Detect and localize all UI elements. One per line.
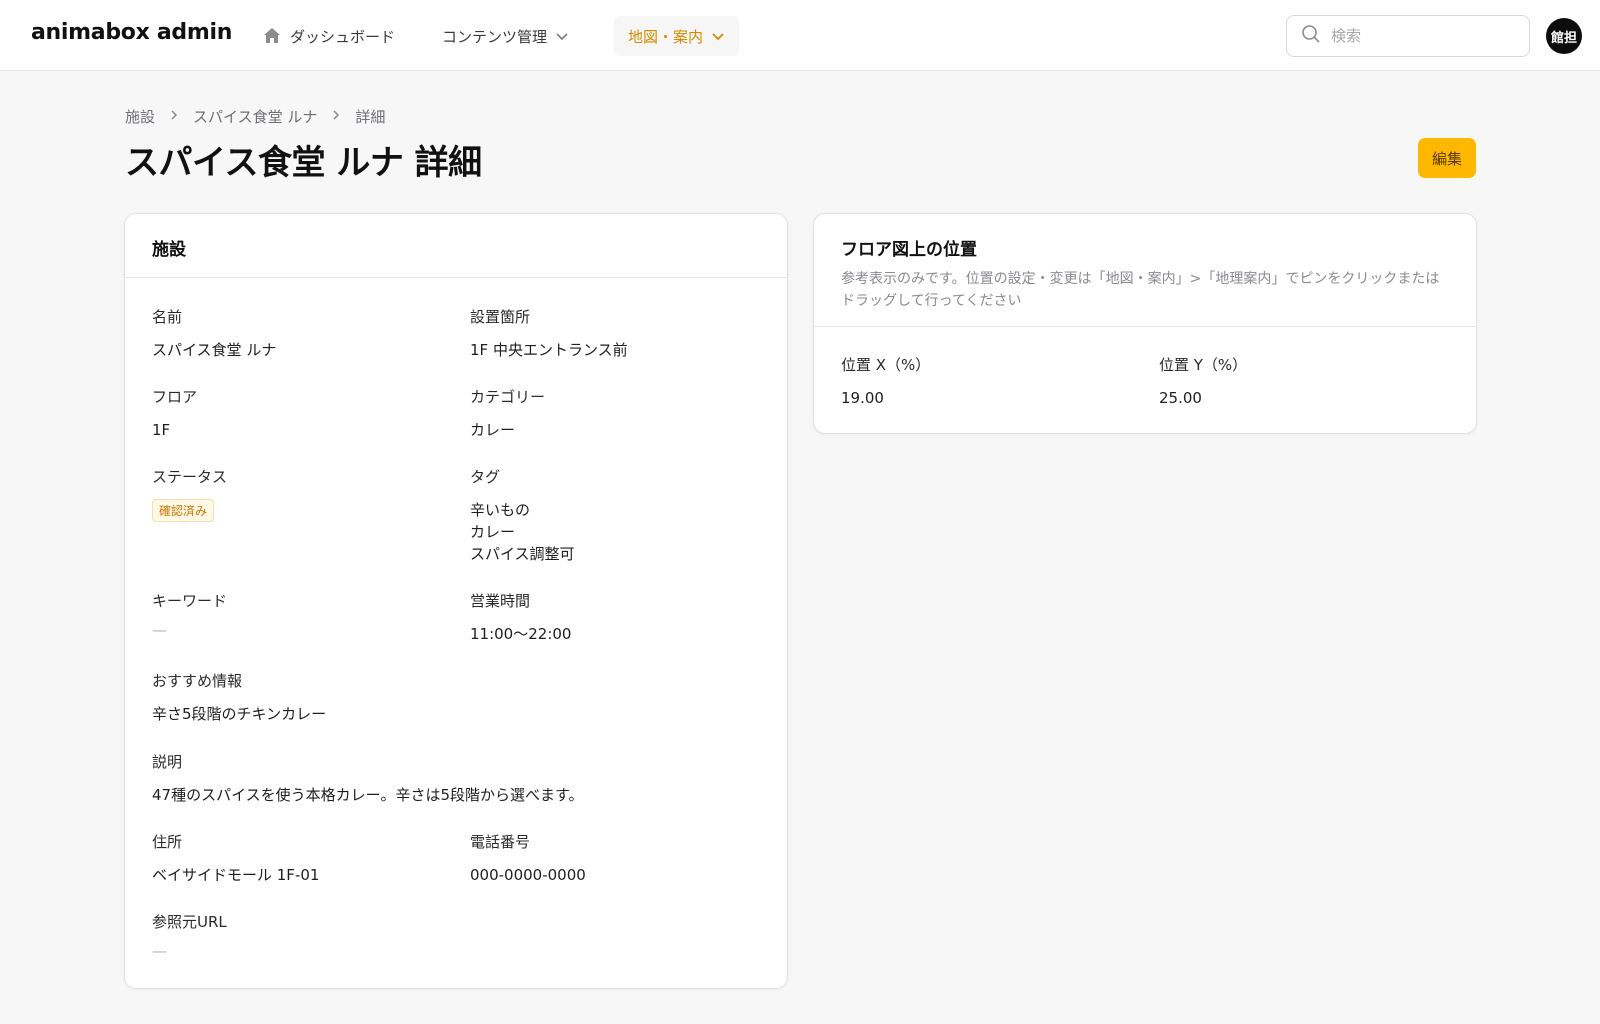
field-label: 説明 (152, 753, 183, 771)
field-value: 辛さ5段階のチキンカレー (152, 705, 327, 723)
field-status: ステータス 確認済み (152, 466, 227, 522)
search-input[interactable] (1331, 27, 1511, 45)
chevron-right-icon (169, 109, 179, 125)
tag-item: 辛いもの (470, 501, 531, 519)
field-label: タグ (470, 468, 501, 486)
field-position-x: 位置 X（%） 19.00 (841, 354, 930, 409)
breadcrumb-item-store[interactable]: スパイス食堂 ルナ (193, 106, 317, 127)
facility-card-header: 施設 (125, 214, 787, 278)
nav-dashboard-label: ダッシュボード (290, 27, 396, 46)
field-location: 設置箇所 1F 中央エントランス前 (470, 306, 628, 361)
field-label: ステータス (152, 468, 228, 486)
tag-list: 辛いもの カレー スパイス調整可 (470, 499, 575, 565)
field-value: 47種のスパイスを使う本格カレー。辛さは5段階から選べます。 (152, 786, 584, 804)
facility-card-title: 施設 (152, 240, 186, 260)
field-value: 1F 中央エントランス前 (470, 341, 628, 359)
field-label: おすすめ情報 (152, 672, 243, 690)
tag-item: カレー (470, 523, 516, 541)
field-label: 参照元URL (152, 913, 227, 931)
breadcrumb-item-detail: 詳細 (355, 108, 386, 126)
field-label: 位置 X（%） (841, 356, 931, 374)
field-tags: タグ 辛いもの カレー スパイス調整可 (470, 466, 575, 565)
field-value: 11:00〜22:00 (470, 625, 572, 643)
field-source-url: 参照元URL — (152, 911, 227, 960)
search-box[interactable] (1286, 15, 1530, 57)
nav-map-guide[interactable]: 地図・案内 (614, 16, 740, 56)
field-value: スパイス食堂 ルナ (152, 341, 277, 359)
field-value: カレー (470, 421, 516, 439)
field-address: 住所 ベイサイドモール 1F-01 (152, 831, 319, 886)
field-label: キーワード (152, 592, 228, 610)
avatar[interactable]: 館担 (1546, 18, 1582, 54)
field-label: カテゴリー (470, 388, 546, 406)
facility-card: 施設 名前 スパイス食堂 ルナ 設置箇所 1F 中央エントランス前 フロア 1F… (124, 213, 788, 989)
chevron-down-icon (555, 29, 569, 43)
tag-item: スパイス調整可 (470, 545, 575, 563)
chevron-down-icon (711, 29, 725, 43)
brand-logo[interactable]: animabox admin (31, 20, 232, 45)
floor-position-header: フロア図上の位置 参考表示のみです。位置の設定・変更は「地図・案内」>「地理案内… (814, 214, 1476, 327)
field-keywords: キーワード — (152, 590, 227, 639)
status-badge: 確認済み (152, 499, 215, 522)
field-value: 000-0000-0000 (470, 866, 586, 884)
field-recommend: おすすめ情報 辛さ5段階のチキンカレー (152, 670, 326, 725)
nav-content-management[interactable]: コンテンツ管理 (430, 16, 581, 56)
chevron-right-icon (331, 109, 341, 125)
field-value-empty: — (152, 621, 167, 639)
field-value: 25.00 (1159, 389, 1202, 407)
page-title: スパイス食堂 ルナ 詳細 (125, 143, 482, 183)
breadcrumb: 施設 スパイス食堂 ルナ 詳細 (125, 106, 385, 127)
field-value: 19.00 (841, 389, 884, 407)
nav-dashboard[interactable]: ダッシュボード (250, 16, 407, 56)
field-label: フロア (152, 388, 198, 406)
field-label: 営業時間 (470, 592, 531, 610)
field-category: カテゴリー カレー (470, 386, 545, 441)
field-name: 名前 スパイス食堂 ルナ (152, 306, 276, 361)
edit-button[interactable]: 編集 (1418, 138, 1476, 178)
home-icon (262, 26, 282, 46)
field-phone: 電話番号 000-0000-0000 (470, 831, 586, 886)
field-label: 設置箇所 (470, 308, 531, 326)
field-description: 説明 47種のスパイスを使う本格カレー。辛さは5段階から選べます。 (152, 751, 584, 806)
search-icon (1301, 24, 1321, 48)
field-label: 名前 (152, 308, 183, 326)
floor-position-card: フロア図上の位置 参考表示のみです。位置の設定・変更は「地図・案内」>「地理案内… (813, 213, 1477, 434)
field-label: 住所 (152, 833, 183, 851)
field-floor: フロア 1F (152, 386, 197, 441)
field-label: 位置 Y（%） (1159, 356, 1248, 374)
nav-content-label: コンテンツ管理 (442, 27, 548, 46)
field-value: ベイサイドモール 1F-01 (152, 866, 320, 884)
floor-position-title: フロア図上の位置 (841, 240, 977, 260)
field-value: 1F (152, 421, 171, 439)
field-value-empty: — (152, 942, 167, 960)
field-label: 電話番号 (470, 833, 531, 851)
field-position-y: 位置 Y（%） 25.00 (1159, 354, 1247, 409)
nav-map-label: 地図・案内 (628, 27, 704, 46)
floor-position-subtitle: 参考表示のみです。位置の設定・変更は「地図・案内」>「地理案内」でピンをクリック… (841, 271, 1440, 309)
breadcrumb-item-facility[interactable]: 施設 (125, 106, 155, 127)
top-navbar: animabox admin ダッシュボード コンテンツ管理 地図・案内 館担 (0, 0, 1600, 71)
field-hours: 営業時間 11:00〜22:00 (470, 590, 571, 645)
